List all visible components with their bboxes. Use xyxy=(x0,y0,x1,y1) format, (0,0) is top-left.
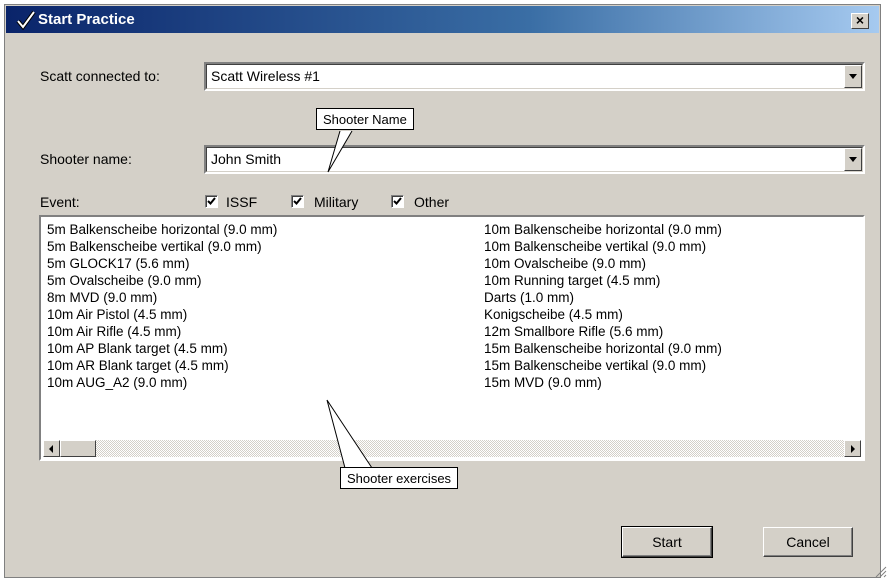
callout-pointers xyxy=(326,130,373,469)
cancel-button[interactable]: Cancel xyxy=(763,527,853,557)
shooter-name-callout-pointer xyxy=(327,130,353,173)
shooter-exercises-callout-pointer xyxy=(326,399,373,469)
start-button[interactable]: Start xyxy=(621,526,713,558)
shooter-name-callout: Shooter Name xyxy=(316,108,414,130)
shooter-exercises-callout: Shooter exercises xyxy=(340,467,459,489)
resize-grip-icon[interactable] xyxy=(874,565,887,578)
